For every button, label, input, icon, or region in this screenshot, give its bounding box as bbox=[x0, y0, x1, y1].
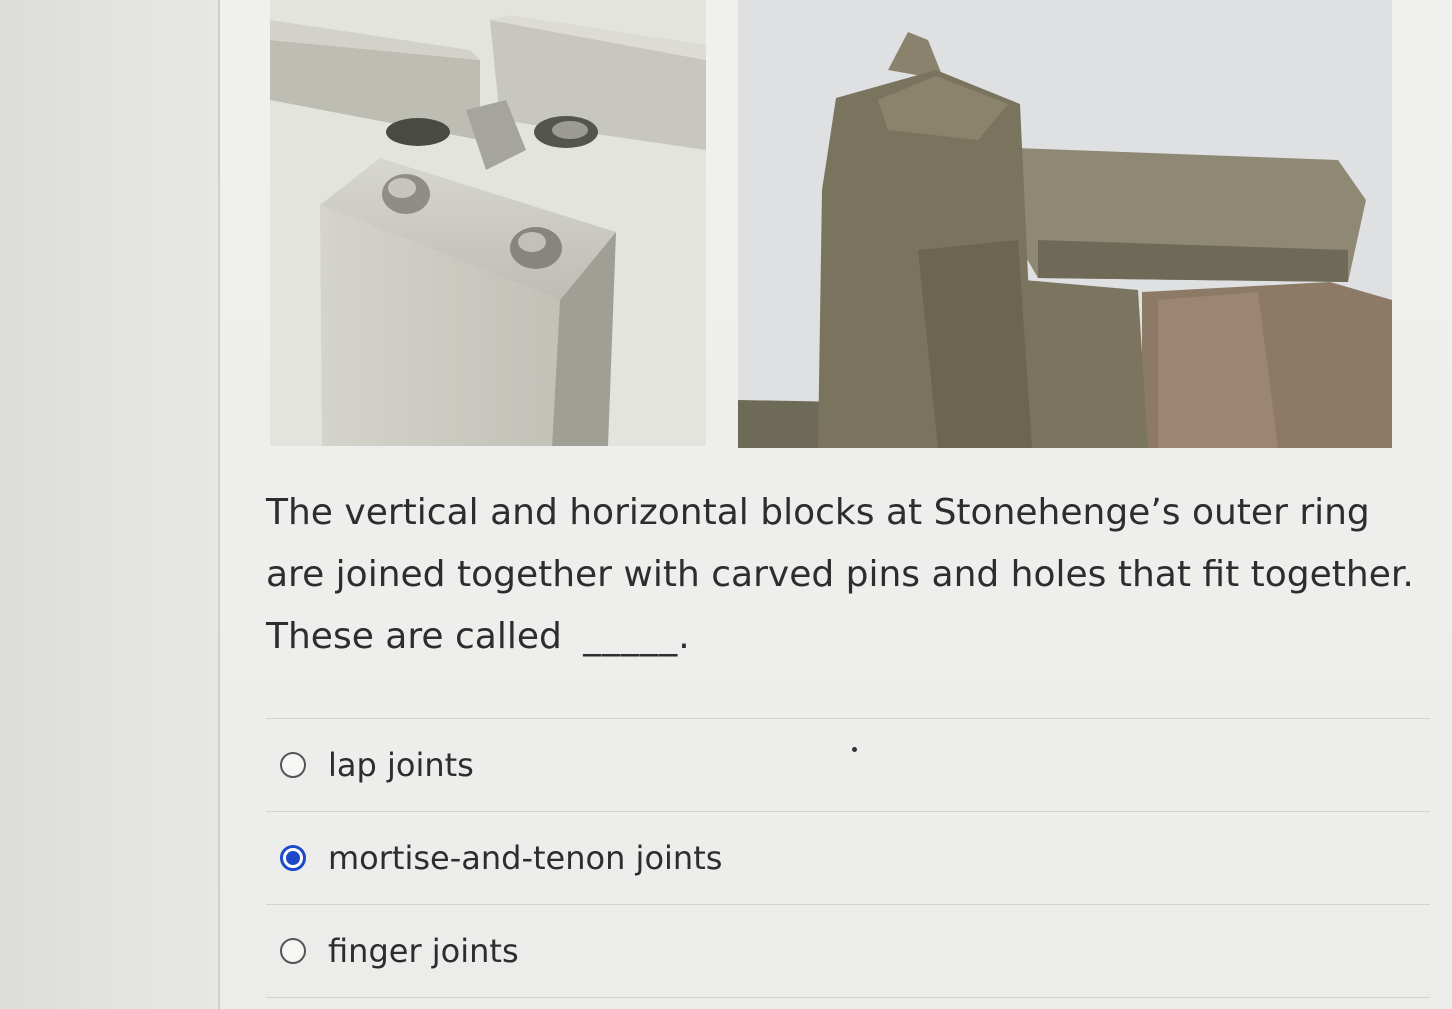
answer-options: lap joints mortise-and-tenon joints fing… bbox=[266, 718, 1430, 998]
radio-button-unchecked-icon[interactable] bbox=[280, 938, 306, 964]
answer-option-lap-joints[interactable]: lap joints bbox=[266, 718, 1430, 811]
question-prompt: The vertical and horizontal blocks at St… bbox=[266, 492, 1414, 657]
question-images bbox=[270, 0, 1392, 448]
answer-option-finger-joints[interactable]: finger joints bbox=[266, 904, 1430, 998]
answer-option-label[interactable]: mortise-and-tenon joints bbox=[328, 839, 722, 877]
joint-illustration-icon bbox=[270, 0, 706, 446]
radio-button-unchecked-icon[interactable] bbox=[280, 752, 306, 778]
question-text: The vertical and horizontal blocks at St… bbox=[266, 482, 1436, 668]
joint-illustration-image bbox=[270, 0, 706, 446]
stonehenge-photo-icon bbox=[738, 0, 1392, 448]
answer-option-mortise-and-tenon-joints[interactable]: mortise-and-tenon joints bbox=[266, 811, 1430, 904]
quiz-question-panel: The vertical and horizontal blocks at St… bbox=[220, 0, 1452, 1009]
stonehenge-photo-image bbox=[738, 0, 1392, 448]
answer-option-label[interactable]: lap joints bbox=[328, 746, 474, 784]
question-blank: _____. bbox=[583, 616, 691, 657]
answer-option-label[interactable]: finger joints bbox=[328, 932, 519, 970]
left-sidebar bbox=[0, 0, 220, 1009]
radio-button-checked-icon[interactable] bbox=[280, 845, 306, 871]
mouse-cursor-icon bbox=[852, 747, 857, 752]
